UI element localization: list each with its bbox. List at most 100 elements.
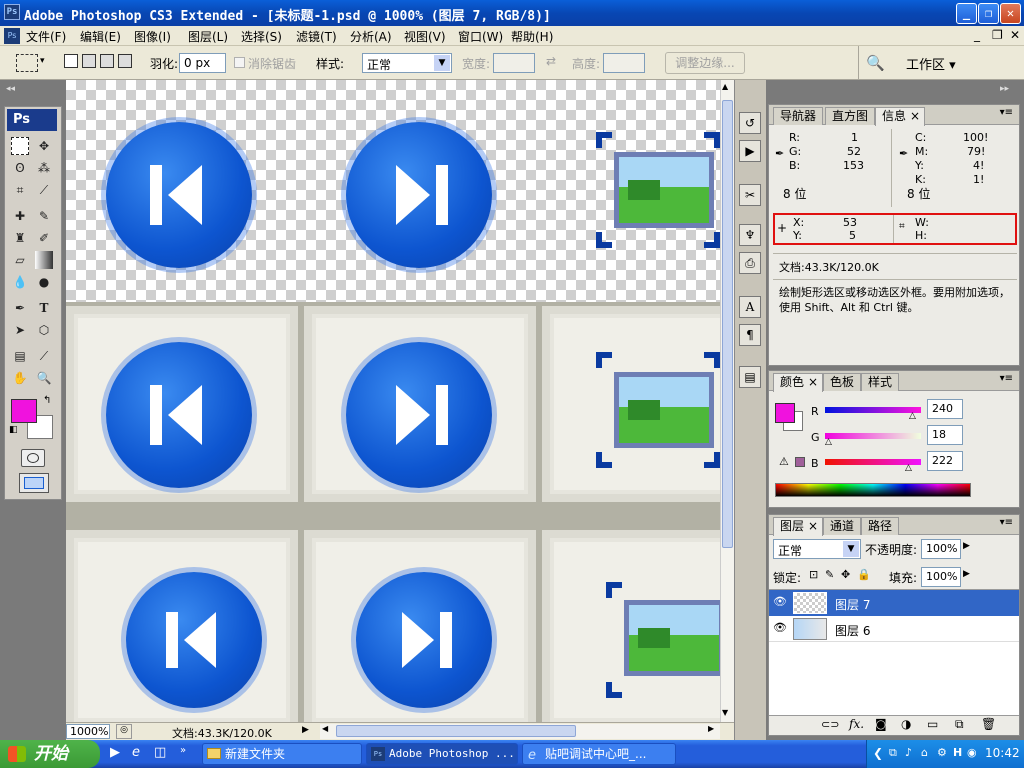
scroll-thumb[interactable] xyxy=(336,725,576,737)
dodge-tool-icon[interactable]: ● xyxy=(35,273,53,291)
green-slider[interactable] xyxy=(825,433,921,439)
status-menu-icon[interactable]: ◎ xyxy=(116,724,132,739)
character-icon[interactable]: A xyxy=(739,296,761,318)
warning-icon[interactable]: ⚠ xyxy=(779,455,789,468)
panel-menu-icon[interactable]: ▾≡ xyxy=(1000,517,1013,528)
photoshop-app-icon[interactable]: Ps xyxy=(4,4,20,20)
eyedropper-icon[interactable]: ⟋ xyxy=(35,347,53,365)
close-button[interactable]: ✕ xyxy=(1000,3,1021,24)
lock-all-icon[interactable]: 🔒 xyxy=(857,568,871,581)
foreground-color-swatch[interactable] xyxy=(11,399,37,423)
add-mask-icon[interactable]: ◙ xyxy=(875,717,887,731)
desktop-icon[interactable]: ◫ xyxy=(154,745,166,760)
doc-minimize-icon[interactable]: _ xyxy=(974,28,980,42)
red-slider[interactable] xyxy=(825,407,921,413)
height-input[interactable] xyxy=(603,53,645,73)
slider-handle-icon[interactable]: △ xyxy=(905,463,912,473)
layer-row-selected[interactable]: 👁 图层 7 xyxy=(769,590,1019,616)
clone-stamp-icon[interactable]: ♜ xyxy=(11,229,29,247)
swap-icon[interactable]: ⇄ xyxy=(546,54,556,68)
slider-handle-icon[interactable]: △ xyxy=(825,437,832,447)
scroll-right-icon[interactable]: ▶ xyxy=(708,724,714,733)
blue-value-input[interactable]: 222 xyxy=(927,451,963,471)
eye-icon[interactable]: 👁 xyxy=(773,595,787,608)
tray-expand-icon[interactable]: ❮ xyxy=(873,746,883,760)
layer-style-icon[interactable]: fx. xyxy=(849,717,864,731)
marquee-preset-icon[interactable] xyxy=(16,54,38,72)
width-input[interactable] xyxy=(493,53,535,73)
clock[interactable]: 10:42 xyxy=(985,746,1020,760)
menu-layer[interactable]: 图层(L) xyxy=(188,28,228,45)
pen-tool-icon[interactable]: ✒ xyxy=(11,299,29,317)
subtract-selection-icon[interactable] xyxy=(100,54,114,68)
blend-mode-select[interactable]: 正常 ▼ xyxy=(773,539,861,559)
tab-paths[interactable]: 路径 xyxy=(861,517,900,535)
volume-icon[interactable]: ♪ xyxy=(905,746,912,759)
minimize-button[interactable]: _ xyxy=(956,3,977,24)
menu-analysis[interactable]: 分析(A) xyxy=(350,28,392,45)
doc-close-icon[interactable]: ✕ xyxy=(1010,28,1020,42)
lock-transparent-icon[interactable]: ⊡ xyxy=(809,568,818,581)
chevron-down-icon[interactable]: ▾ xyxy=(40,56,45,66)
clone-source-icon[interactable]: ⎙ xyxy=(739,252,761,274)
green-value-input[interactable]: 18 xyxy=(927,425,963,445)
vertical-scrollbar[interactable]: ▲ ▼ xyxy=(720,80,734,722)
eye-icon[interactable]: 👁 xyxy=(773,621,787,634)
start-button[interactable]: 开始 xyxy=(0,740,100,768)
task-browser[interactable]: e 贴吧调试中心吧_... xyxy=(522,743,676,765)
link-layers-icon[interactable]: ⊂⊃ xyxy=(821,718,839,731)
close-tab-icon[interactable]: × xyxy=(808,374,818,391)
feather-input[interactable]: 0 px xyxy=(179,53,226,73)
hand-tool-icon[interactable]: ✋ xyxy=(11,369,29,387)
notes-tool-icon[interactable]: ▤ xyxy=(11,347,29,365)
layer-row[interactable]: 👁 图层 6 xyxy=(769,616,1019,642)
tray-app-icon[interactable]: ⚙ xyxy=(937,746,947,759)
history-brush-icon[interactable]: ✐ xyxy=(35,229,53,247)
toolbox-logo[interactable]: Ps xyxy=(7,109,57,131)
type-tool-icon[interactable]: T xyxy=(35,299,53,317)
scroll-thumb[interactable] xyxy=(722,100,733,548)
path-select-icon[interactable]: ➤ xyxy=(11,321,29,339)
rect-marquee-tool-icon[interactable] xyxy=(11,137,29,155)
close-tab-icon[interactable]: × xyxy=(808,518,818,535)
intersect-selection-icon[interactable] xyxy=(118,54,132,68)
opacity-slider-icon[interactable]: ▶ xyxy=(963,541,970,551)
history-icon[interactable]: ↺ xyxy=(739,112,761,134)
tab-layers[interactable]: 图层 × xyxy=(773,517,824,536)
trash-icon[interactable]: 🗑 xyxy=(981,717,996,731)
style-select[interactable]: 正常 ▼ xyxy=(362,53,452,73)
paragraph-icon[interactable]: ¶ xyxy=(739,324,761,346)
status-arrow-icon[interactable]: ▶ xyxy=(302,725,309,735)
brush-tool-icon[interactable]: ✎ xyxy=(35,207,53,225)
color-ramp[interactable] xyxy=(775,483,971,497)
doc-restore-icon[interactable]: ❐ xyxy=(992,28,1003,42)
lock-position-icon[interactable]: ✥ xyxy=(841,568,850,581)
tab-channels[interactable]: 通道 xyxy=(823,517,862,535)
menu-help[interactable]: 帮助(H) xyxy=(511,28,553,45)
quicklaunch-more-icon[interactable]: » xyxy=(180,745,186,756)
swap-colors-icon[interactable]: ↰ xyxy=(43,395,51,406)
tab-swatches[interactable]: 色板 xyxy=(823,373,862,391)
red-value-input[interactable]: 240 xyxy=(927,399,963,419)
brushes-icon[interactable]: ♆ xyxy=(739,224,761,246)
tab-color[interactable]: 颜色 × xyxy=(773,373,824,392)
gamut-swatch[interactable] xyxy=(795,457,805,467)
add-selection-icon[interactable] xyxy=(82,54,96,68)
horizontal-scrollbar[interactable]: ◀ ▶ xyxy=(320,724,720,739)
task-new-folder[interactable]: 新建文件夹 xyxy=(202,743,362,765)
zoom-field[interactable]: 1000% xyxy=(66,724,110,739)
lasso-tool-icon[interactable]: ʘ xyxy=(11,159,29,177)
tool-presets-icon[interactable]: ✂ xyxy=(739,184,761,206)
maximize-button[interactable]: ❐ xyxy=(978,3,999,24)
zoom-tool-icon[interactable]: 🔍 xyxy=(35,369,53,387)
tab-styles[interactable]: 样式 xyxy=(861,373,900,391)
menu-filter[interactable]: 滤镜(T) xyxy=(296,28,337,45)
bridge-icon[interactable]: 🔍 xyxy=(866,54,885,72)
scroll-up-icon[interactable]: ▲ xyxy=(722,82,728,91)
actions-icon[interactable]: ▶ xyxy=(739,140,761,162)
menu-window[interactable]: 窗口(W) xyxy=(458,28,503,45)
tray-app-icon[interactable]: ◉ xyxy=(967,746,977,759)
fill-input[interactable]: 100% xyxy=(921,567,961,587)
lock-image-icon[interactable]: ✎ xyxy=(825,568,834,581)
color-fg-swatch[interactable] xyxy=(775,403,795,423)
